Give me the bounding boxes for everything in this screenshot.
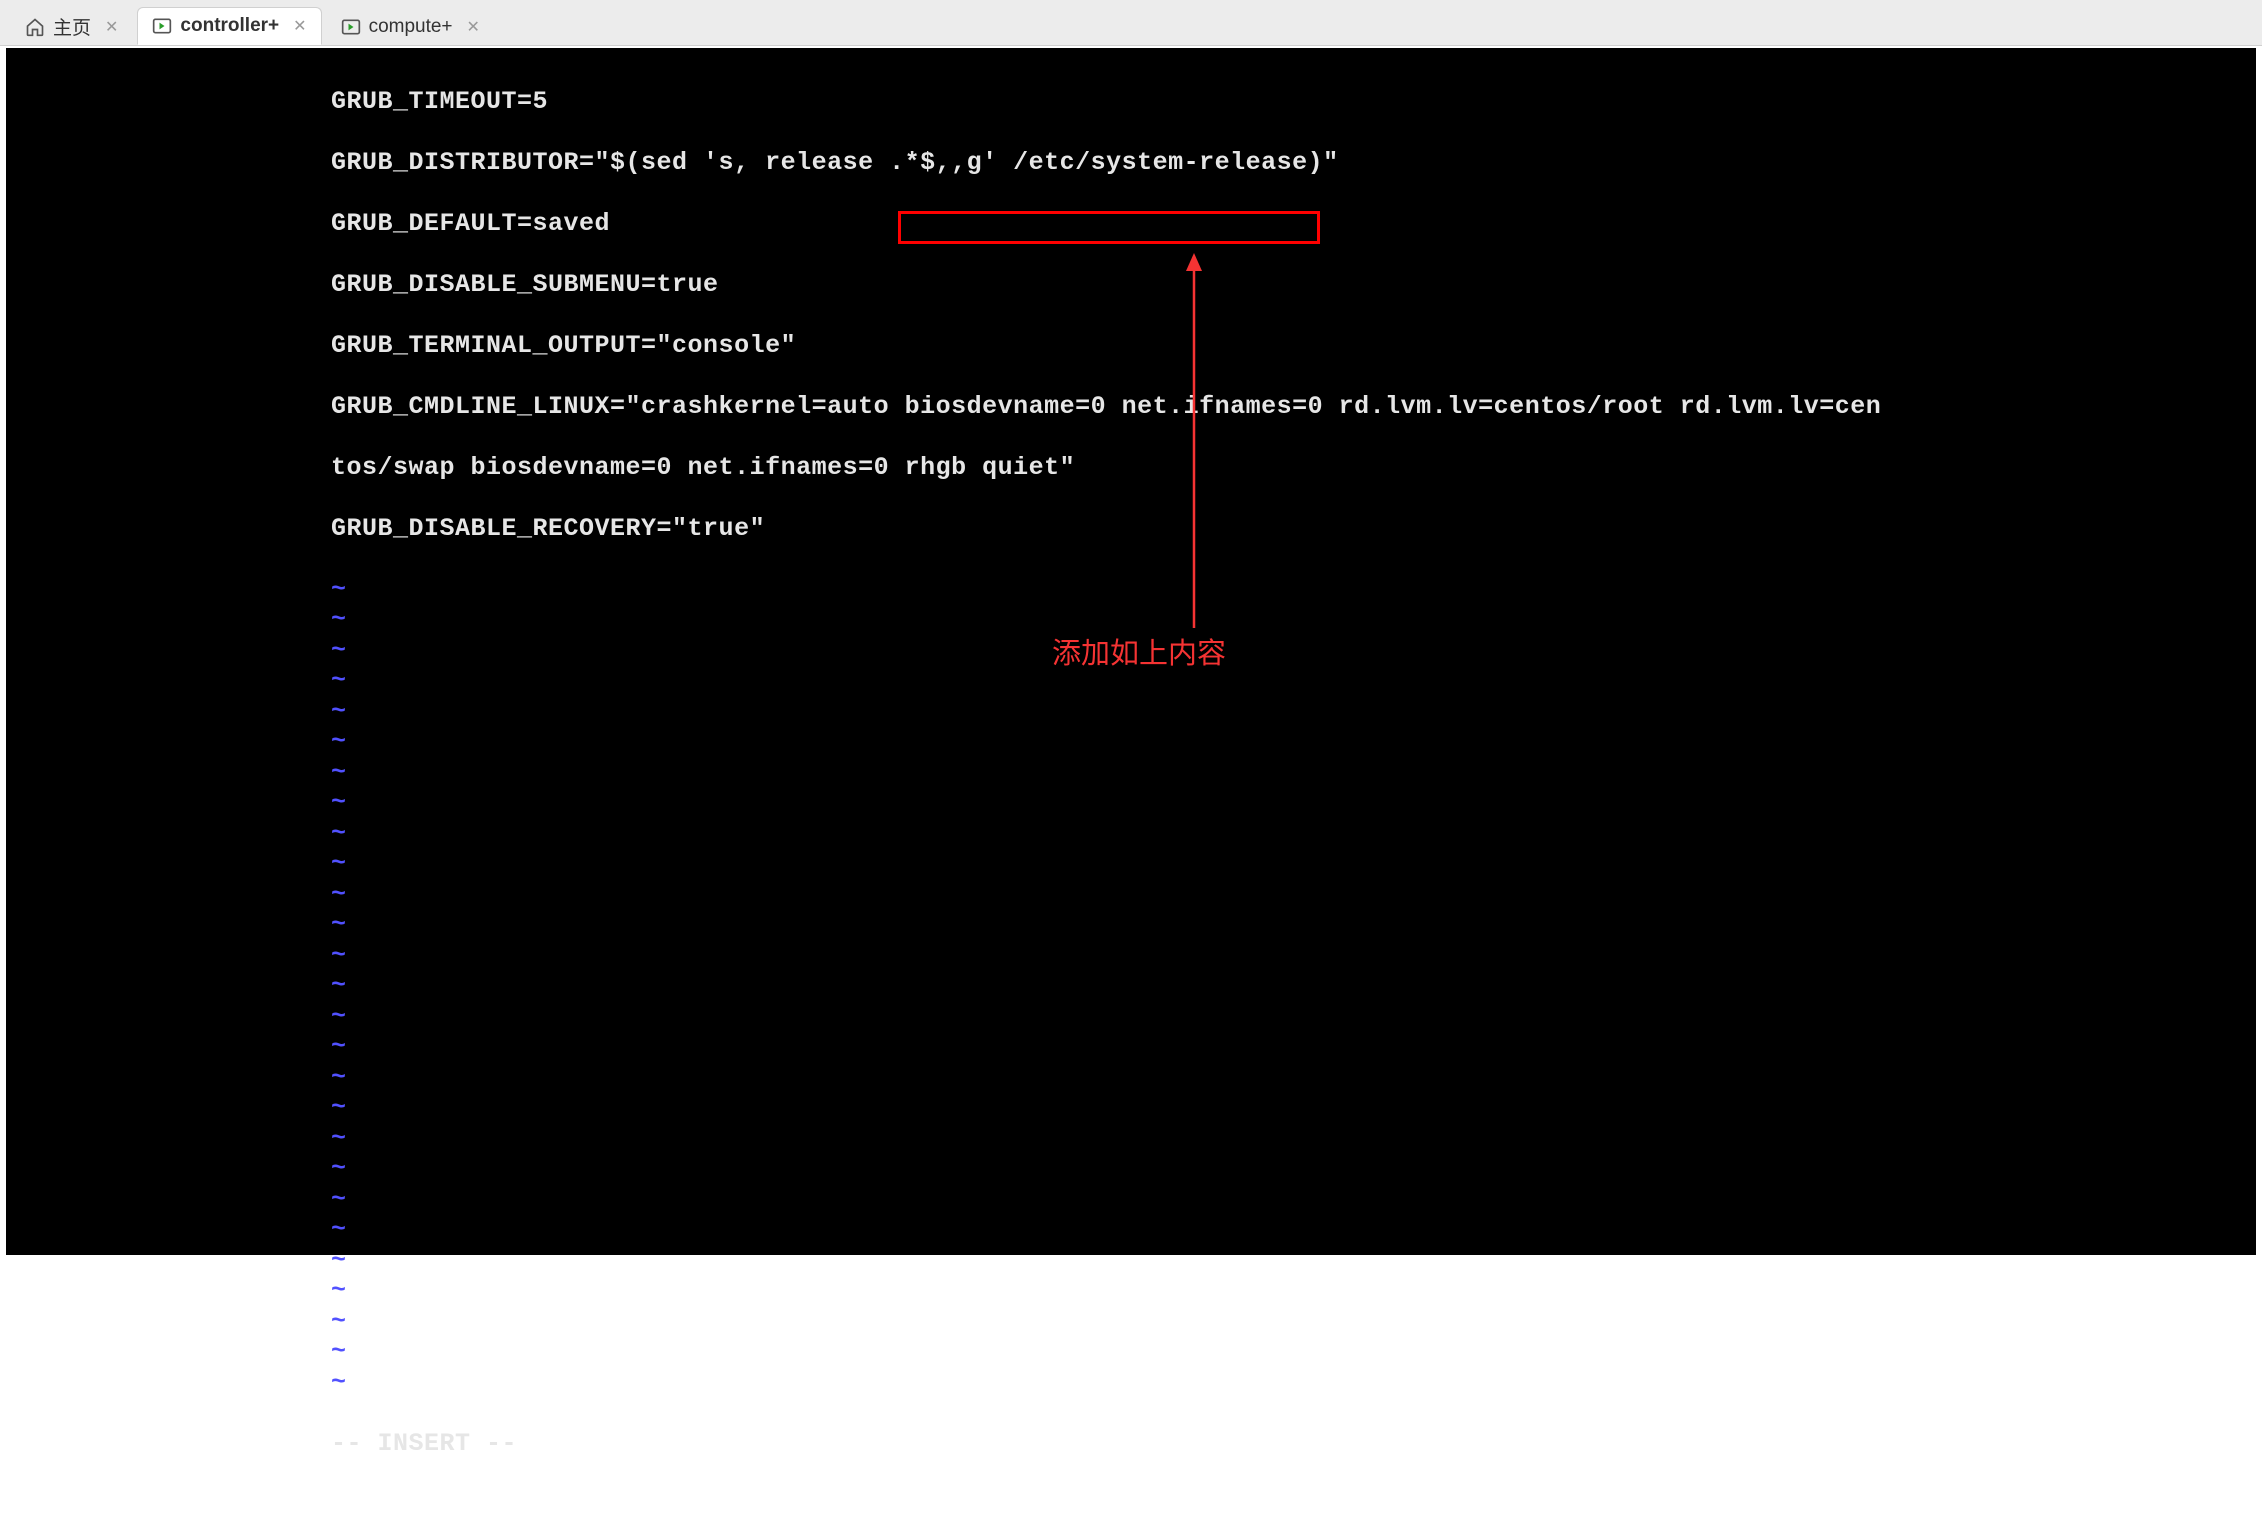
terminal-tilde: ~ (331, 758, 2256, 789)
terminal-tilde: ~ (331, 1063, 2256, 1094)
close-icon[interactable]: ✕ (105, 17, 118, 37)
terminal[interactable]: GRUB_TIMEOUT=5 GRUB_DISTRIBUTOR="$(sed '… (6, 48, 2256, 1255)
terminal-tilde: ~ (331, 1307, 2256, 1338)
terminal-tilde: ~ (331, 1368, 2256, 1399)
tab-compute[interactable]: compute+ ✕ (326, 7, 495, 45)
terminal-tilde: ~ (331, 666, 2256, 697)
terminal-tilde: ~ (331, 697, 2256, 728)
terminal-line: GRUB_DISABLE_SUBMENU=true (331, 270, 2256, 301)
terminal-tilde: ~ (331, 1093, 2256, 1124)
terminal-icon (341, 17, 361, 37)
close-icon[interactable]: ✕ (293, 16, 306, 36)
terminal-line: GRUB_DISTRIBUTOR="$(sed 's, release .*$,… (331, 148, 2256, 179)
terminal-line: GRUB_DISABLE_RECOVERY="true" (331, 514, 2256, 545)
terminal-tilde: ~ (331, 636, 2256, 667)
terminal-line: tos/swap biosdevname=0 net.ifnames=0 rhg… (331, 453, 2256, 484)
terminal-tilde: ~ (331, 1215, 2256, 1246)
terminal-tilde: ~ (331, 1124, 2256, 1155)
terminal-container: GRUB_TIMEOUT=5 GRUB_DISTRIBUTOR="$(sed '… (6, 48, 2256, 1255)
terminal-tilde: ~ (331, 819, 2256, 850)
terminal-tildes: ~~~~~~~~~~~~~~~~~~~~~~~~~~~ (331, 575, 2256, 1399)
terminal-tilde: ~ (331, 575, 2256, 606)
tab-bar: 主页 ✕ controller+ ✕ compute+ ✕ (0, 0, 2262, 46)
terminal-tilde: ~ (331, 1154, 2256, 1185)
terminal-tilde: ~ (331, 788, 2256, 819)
terminal-tilde: ~ (331, 880, 2256, 911)
terminal-line: GRUB_TERMINAL_OUTPUT="console" (331, 331, 2256, 362)
terminal-tilde: ~ (331, 605, 2256, 636)
tab-compute-label: compute+ (369, 16, 453, 38)
tab-controller[interactable]: controller+ ✕ (137, 7, 321, 45)
terminal-status: -- INSERT -- (331, 1429, 2256, 1460)
terminal-tilde: ~ (331, 1337, 2256, 1368)
home-icon (25, 17, 45, 37)
terminal-tilde: ~ (331, 1002, 2256, 1033)
terminal-line: GRUB_TIMEOUT=5 (331, 87, 2256, 118)
terminal-tilde: ~ (331, 971, 2256, 1002)
tab-home-label: 主页 (53, 13, 91, 40)
close-icon[interactable]: ✕ (467, 17, 480, 37)
terminal-tilde: ~ (331, 910, 2256, 941)
terminal-tilde: ~ (331, 727, 2256, 758)
terminal-tilde: ~ (331, 1032, 2256, 1063)
terminal-line: GRUB_CMDLINE_LINUX="crashkernel=auto bio… (331, 392, 2256, 423)
terminal-line: GRUB_DEFAULT=saved (331, 209, 2256, 240)
terminal-tilde: ~ (331, 1246, 2256, 1277)
terminal-tilde: ~ (331, 941, 2256, 972)
tab-controller-label: controller+ (180, 15, 279, 37)
terminal-icon (152, 16, 172, 36)
terminal-tilde: ~ (331, 849, 2256, 880)
terminal-tilde: ~ (331, 1276, 2256, 1307)
tab-home[interactable]: 主页 ✕ (10, 7, 133, 45)
terminal-tilde: ~ (331, 1185, 2256, 1216)
